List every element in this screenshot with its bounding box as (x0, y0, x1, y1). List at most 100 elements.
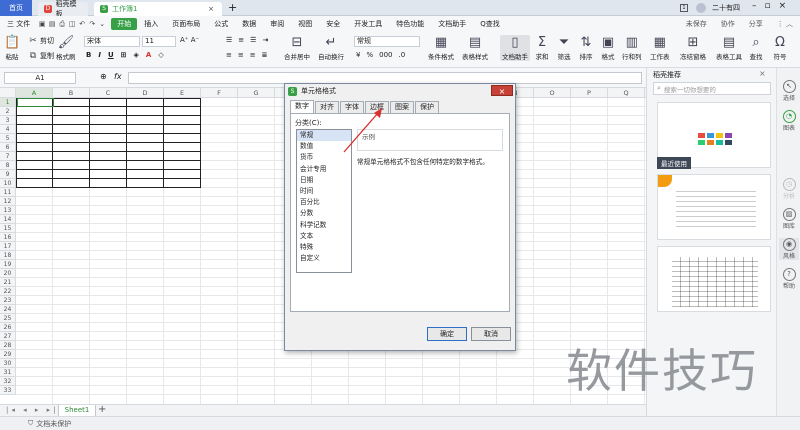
column-header[interactable]: A (16, 88, 53, 98)
redo-icon[interactable]: ↷ (87, 19, 97, 29)
font-color-icon[interactable]: A (146, 51, 151, 59)
font-grow-shrink[interactable]: A⁺ A⁻ (180, 36, 199, 44)
table-style-button[interactable]: ▤ 表格样式 (462, 35, 488, 61)
menu-file[interactable]: 三 文件 (0, 19, 37, 29)
align-group-bottom[interactable]: ≡ ≡ ≡ ≣ (226, 51, 268, 59)
tab-home[interactable]: 首页 (0, 0, 32, 16)
row-header[interactable]: 21 (0, 278, 16, 287)
row-header[interactable]: 6 (0, 143, 16, 152)
rail-chart[interactable]: ◔ 图表 (779, 110, 799, 132)
align-left-icon[interactable]: ≡ (226, 51, 232, 59)
add-sheet-button[interactable]: + (98, 404, 106, 415)
category-item[interactable]: 特殊 (297, 242, 351, 253)
align-top-icon[interactable]: ☰ (226, 36, 232, 44)
category-item[interactable]: 自定义 (297, 253, 351, 264)
row-header[interactable]: 26 (0, 323, 16, 332)
row-header[interactable]: 18 (0, 251, 16, 260)
menu-doc-assist[interactable]: 文档助手 (431, 19, 473, 29)
select-all-corner[interactable] (0, 88, 16, 98)
bold-button[interactable]: B (86, 51, 91, 59)
row-header[interactable]: 10 (0, 179, 16, 188)
italic-button[interactable]: I (98, 51, 101, 59)
category-item[interactable]: 会计专用 (297, 164, 351, 175)
row-header[interactable]: 25 (0, 314, 16, 323)
fill-color-icon[interactable]: ◈ (134, 51, 139, 59)
row-header[interactable]: 17 (0, 242, 16, 251)
row-header[interactable]: 4 (0, 125, 16, 134)
find-button[interactable]: ⌕ 查找 (748, 35, 764, 61)
template-thumb-3[interactable] (657, 246, 771, 312)
row-col-button[interactable]: ▥ 行和列 (622, 35, 642, 61)
row-header[interactable]: 31 (0, 368, 16, 377)
rail-select[interactable]: ↖ 选择 (779, 80, 799, 102)
paste-button[interactable]: 📋 粘贴 (4, 35, 20, 61)
row-header[interactable]: 28 (0, 341, 16, 350)
selected-cell[interactable] (17, 98, 54, 107)
cancel-button[interactable]: 取消 (471, 327, 511, 341)
indent-icon[interactable]: ⇥ (262, 36, 268, 44)
category-item[interactable]: 时间 (297, 186, 351, 197)
category-item[interactable]: 科学记数 (297, 220, 351, 231)
format-painter-button[interactable]: 🖌 格式刷 (56, 35, 76, 61)
row-header[interactable]: 29 (0, 350, 16, 359)
font-size-select[interactable]: 11 (142, 36, 176, 47)
cut-button[interactable]: ✂ 剪切 (28, 36, 54, 46)
doc-assist-button[interactable]: ▯ 文档助手 (500, 35, 530, 61)
row-header[interactable]: 24 (0, 305, 16, 314)
menu-review[interactable]: 审阅 (263, 19, 291, 29)
collab-button[interactable]: 协作 (714, 19, 742, 29)
copy-button[interactable]: ⧉ 复制 (28, 51, 54, 61)
currency-icon[interactable]: ¥ (356, 51, 360, 59)
align-middle-icon[interactable]: ≡ (238, 36, 244, 44)
decimal-icon[interactable]: .0 (399, 51, 406, 59)
fx-icon[interactable]: fx (114, 72, 122, 81)
row-header[interactable]: 22 (0, 287, 16, 296)
column-header[interactable]: F (201, 88, 238, 98)
tab-number[interactable]: 数字 (290, 100, 314, 113)
tab-protection[interactable]: 保护 (415, 101, 439, 113)
row-header[interactable]: 3 (0, 116, 16, 125)
panel-search[interactable]: ⌕ 搜索一切你想要的 (653, 82, 771, 95)
row-header[interactable]: 8 (0, 161, 16, 170)
sum-button[interactable]: Σ 求和 (534, 35, 550, 61)
category-item[interactable]: 百分比 (297, 197, 351, 208)
window-controls[interactable]: –▫× (752, 1, 794, 11)
align-group-top[interactable]: ☰ ≡ ☰ ⇥ (226, 36, 268, 44)
undo-icon[interactable]: ↶ (77, 19, 87, 29)
row-header[interactable]: 15 (0, 224, 16, 233)
ok-button[interactable]: 确定 (427, 327, 467, 341)
number-format-select[interactable]: 常规 (354, 36, 420, 47)
row-header[interactable]: 23 (0, 296, 16, 305)
column-header[interactable]: G (238, 88, 275, 98)
border-icon[interactable]: ⊞ (121, 51, 127, 59)
worksheet-button[interactable]: ▦ 工作表 (650, 35, 670, 61)
menu-formula[interactable]: 公式 (207, 19, 235, 29)
rail-help[interactable]: ? 帮助 (779, 268, 799, 290)
row-header[interactable]: 2 (0, 107, 16, 116)
justify-icon[interactable]: ≣ (262, 51, 268, 59)
font-style-group[interactable]: B I U ⊞ ◈ A ◇ (86, 51, 164, 59)
menu-special[interactable]: 特色功能 (389, 19, 431, 29)
align-right-icon[interactable]: ≡ (250, 51, 256, 59)
row-header[interactable]: 1 (0, 98, 16, 107)
more-icon[interactable]: ⌄ (97, 19, 107, 29)
layout-icon[interactable]: 1 (680, 4, 688, 12)
menu-data[interactable]: 数据 (235, 19, 263, 29)
rail-style[interactable]: ◉ 风格 (779, 238, 799, 260)
percent-icon[interactable]: % (366, 51, 373, 59)
export-icon[interactable]: ▤ (47, 19, 57, 29)
format-button[interactable]: ▣ 格式 (600, 35, 616, 61)
row-header[interactable]: 5 (0, 134, 16, 143)
filter-button[interactable]: ⏷ 筛选 (556, 35, 572, 61)
row-header[interactable]: 27 (0, 332, 16, 341)
column-header[interactable]: O (534, 88, 571, 98)
name-box[interactable]: A1 (4, 72, 76, 84)
menu-insert[interactable]: 插入 (137, 19, 165, 29)
row-header[interactable]: 9 (0, 170, 16, 179)
user-name[interactable]: 二十有四 (712, 3, 740, 13)
number-format-buttons[interactable]: ¥% 000 .0 (356, 51, 405, 59)
row-header[interactable]: 13 (0, 206, 16, 215)
category-item[interactable]: 分数 (297, 208, 351, 219)
close-tab-icon[interactable]: × (206, 4, 216, 14)
column-header[interactable]: P (571, 88, 608, 98)
